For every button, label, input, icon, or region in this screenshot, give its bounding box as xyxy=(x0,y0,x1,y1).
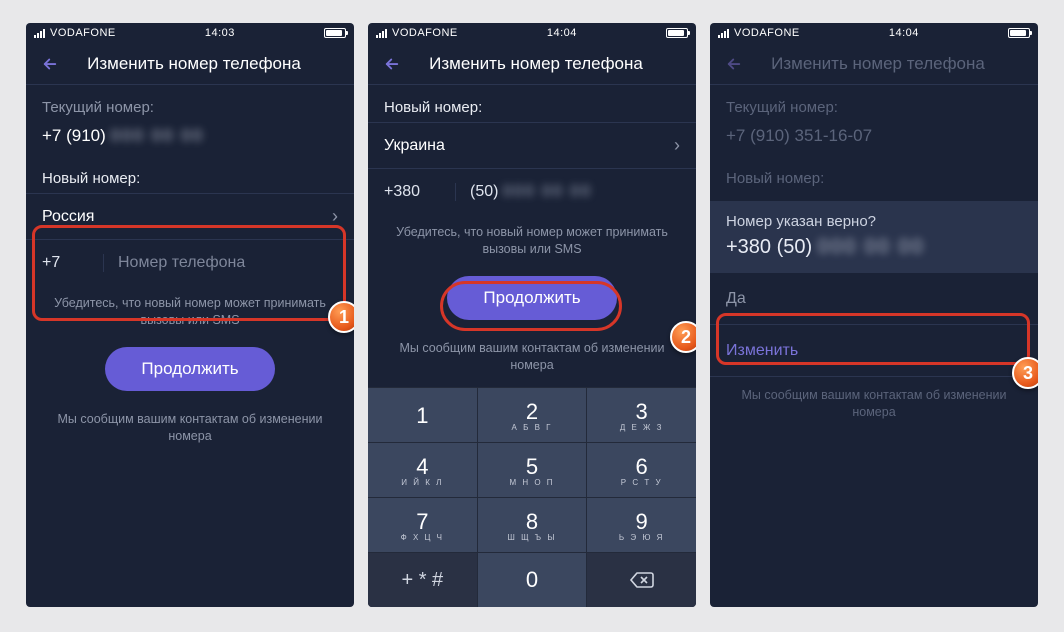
key-3[interactable]: 3Д Е Ж З xyxy=(587,388,696,442)
phone-input[interactable]: Номер телефона xyxy=(118,254,338,272)
confirm-card: Номер указан верно? +380 (50) 000 00 00 xyxy=(710,201,1038,273)
confirm-question: Номер указан верно? xyxy=(726,213,1022,230)
key-9[interactable]: 9Ь Э Ю Я xyxy=(587,498,696,552)
footer-text: Мы сообщим вашим контактам об изменении … xyxy=(368,330,696,384)
signal-icon xyxy=(34,28,45,38)
hint-text: Убедитесь, что новый номер может принима… xyxy=(368,214,696,268)
country-name: Украина xyxy=(384,137,445,155)
step-badge-3: 3 xyxy=(1012,357,1038,389)
current-number-label: Текущий номер: xyxy=(26,85,354,122)
carrier-label: VODAFONE xyxy=(392,27,458,39)
nav-header: Изменить номер телефона xyxy=(368,43,696,85)
backspace-icon xyxy=(629,571,655,589)
footer-text: Мы сообщим вашим контактам об изменении … xyxy=(710,377,1038,431)
battery-icon xyxy=(666,28,688,38)
key-7[interactable]: 7Ф Х Ц Ч xyxy=(368,498,477,552)
nav-header: Изменить номер телефона xyxy=(710,43,1038,85)
confirm-edit[interactable]: Изменить xyxy=(710,325,1038,377)
key-2[interactable]: 2А Б В Г xyxy=(478,388,587,442)
confirm-number: +380 (50) 000 00 00 xyxy=(726,236,1022,259)
screen-2: VODAFONE 14:04 Изменить номер телефона Н… xyxy=(368,23,696,607)
step-badge-1: 1 xyxy=(328,301,354,333)
key-0[interactable]: 0 xyxy=(478,553,587,607)
current-number-value: +7 (910) 000 00 00 xyxy=(26,122,354,156)
continue-button[interactable]: Продолжить xyxy=(105,347,274,391)
country-prefix: +380 xyxy=(384,183,456,201)
key-backspace[interactable] xyxy=(587,553,696,607)
battery-icon xyxy=(1008,28,1030,38)
new-number-label: Новый номер: xyxy=(710,156,1038,193)
step-badge-2: 2 xyxy=(670,321,696,353)
key-plus-hash[interactable]: + * # xyxy=(368,553,477,607)
numeric-keypad: 1 2А Б В Г 3Д Е Ж З 4И Й К Л 5М Н О П 6Р… xyxy=(368,387,696,607)
current-number-value: +7 (910) 351-16-07 xyxy=(710,122,1038,156)
signal-icon xyxy=(718,28,729,38)
phone-input-row[interactable]: +7 Номер телефона xyxy=(26,239,354,285)
screen-3: VODAFONE 14:04 Изменить номер телефона Т… xyxy=(710,23,1038,607)
clock: 14:04 xyxy=(547,27,577,39)
key-1[interactable]: 1 xyxy=(368,388,477,442)
nav-header: Изменить номер телефона xyxy=(26,43,354,85)
status-bar: VODAFONE 14:04 xyxy=(710,23,1038,43)
phone-input-row[interactable]: +380 (50) 000 00 00 xyxy=(368,168,696,214)
chevron-right-icon: › xyxy=(332,206,338,227)
new-number-label: Новый номер: xyxy=(26,156,354,193)
battery-icon xyxy=(324,28,346,38)
country-name: Россия xyxy=(42,208,94,226)
chevron-right-icon: › xyxy=(674,135,680,156)
page-title: Изменить номер телефона xyxy=(728,54,1028,74)
page-title: Изменить номер телефона xyxy=(386,54,686,74)
clock: 14:04 xyxy=(889,27,919,39)
country-prefix: +7 xyxy=(42,254,104,272)
current-number-label: Текущий номер: xyxy=(710,85,1038,122)
carrier-label: VODAFONE xyxy=(50,27,116,39)
screen-1: VODAFONE 14:03 Изменить номер телефона Т… xyxy=(26,23,354,607)
clock: 14:03 xyxy=(205,27,235,39)
page-title: Изменить номер телефона xyxy=(44,54,344,74)
key-8[interactable]: 8Ш Щ Ъ Ы xyxy=(478,498,587,552)
continue-button[interactable]: Продолжить xyxy=(447,276,616,320)
status-bar: VODAFONE 14:03 xyxy=(26,23,354,43)
status-bar: VODAFONE 14:04 xyxy=(368,23,696,43)
signal-icon xyxy=(376,28,387,38)
key-6[interactable]: 6Р С Т У xyxy=(587,443,696,497)
carrier-label: VODAFONE xyxy=(734,27,800,39)
key-4[interactable]: 4И Й К Л xyxy=(368,443,477,497)
country-selector[interactable]: Украина › xyxy=(368,122,696,168)
confirm-yes[interactable]: Да xyxy=(710,273,1038,325)
new-number-label: Новый номер: xyxy=(368,85,696,122)
phone-input[interactable]: (50) 000 00 00 xyxy=(470,183,680,201)
hint-text: Убедитесь, что новый номер может принима… xyxy=(26,285,354,339)
key-5[interactable]: 5М Н О П xyxy=(478,443,587,497)
footer-text: Мы сообщим вашим контактам об изменении … xyxy=(26,401,354,455)
country-selector[interactable]: Россия › xyxy=(26,193,354,239)
